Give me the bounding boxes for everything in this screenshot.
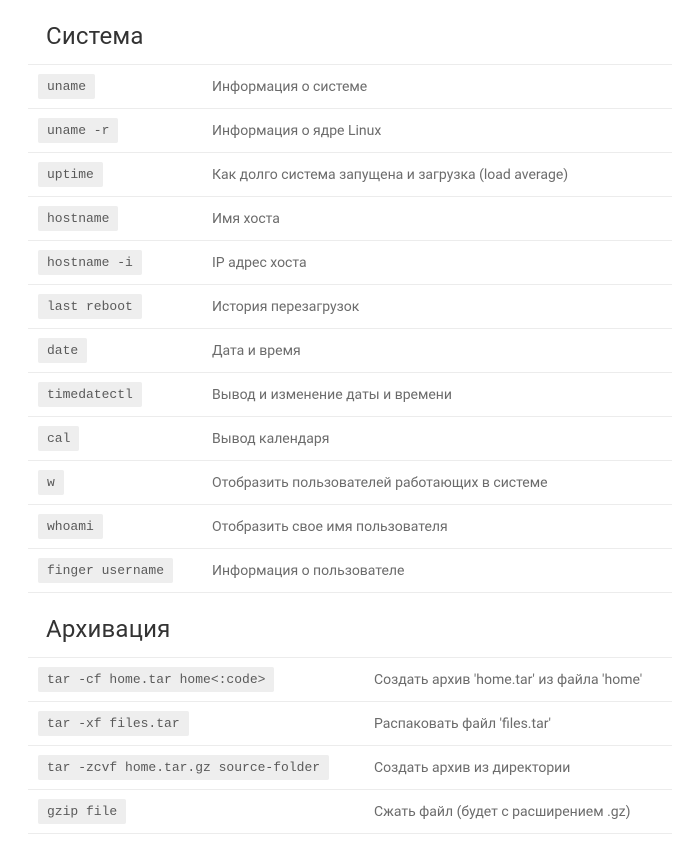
table-row: cal Вывод календаря	[28, 417, 672, 461]
table-row: tar -xf files.tar Распаковать файл 'file…	[28, 702, 672, 746]
table-row: hostname Имя хоста	[28, 197, 672, 241]
command-description: Вывод календаря	[212, 431, 329, 447]
table-row: w Отобразить пользователей работающих в …	[28, 461, 672, 505]
command-description: IP адрес хоста	[212, 255, 307, 271]
command-description: Как долго система запущена и загрузка (l…	[212, 167, 568, 183]
table-row: date Дата и время	[28, 329, 672, 373]
command-code: tar -cf home.tar home<:code>	[38, 667, 274, 692]
command-description: Распаковать файл 'files.tar'	[374, 716, 551, 732]
command-code: uptime	[38, 162, 103, 187]
command-code: tar -zcvf home.tar.gz source-folder	[38, 755, 329, 780]
command-code: tar -xf files.tar	[38, 711, 189, 736]
command-description: Дата и время	[212, 343, 301, 359]
table-row: finger username Информация о пользовател…	[28, 549, 672, 593]
command-code: cal	[38, 426, 79, 451]
command-code: whoami	[38, 514, 103, 539]
command-code: uname -r	[38, 118, 118, 143]
command-code: timedatectl	[38, 382, 142, 407]
command-description: Отобразить свое имя пользователя	[212, 519, 448, 535]
table-row: whoami Отобразить свое имя пользователя	[28, 505, 672, 549]
command-table-archiving: tar -cf home.tar home<:code> Создать арх…	[28, 657, 672, 834]
command-description: Вывод и изменение даты и времени	[212, 387, 452, 403]
table-row: uname Информация о системе	[28, 65, 672, 109]
table-row: hostname -i IP адрес хоста	[28, 241, 672, 285]
table-row: tar -zcvf home.tar.gz source-folder Созд…	[28, 746, 672, 790]
command-code: date	[38, 338, 87, 363]
table-row: uname -r Информация о ядре Linux	[28, 109, 672, 153]
section-heading-archiving: Архивация	[46, 615, 672, 643]
command-code: hostname -i	[38, 250, 142, 275]
section-heading-system: Система	[46, 22, 672, 50]
table-row: gzip file Сжать файл (будет с расширение…	[28, 790, 672, 834]
command-code: finger username	[38, 558, 173, 583]
command-description: История перезагрузок	[212, 299, 359, 315]
command-code: w	[38, 470, 64, 495]
command-description: Информация о системе	[212, 79, 367, 95]
table-row: tar -cf home.tar home<:code> Создать арх…	[28, 658, 672, 702]
command-description: Создать архив 'home.tar' из файла 'home'	[374, 672, 642, 688]
table-row: timedatectl Вывод и изменение даты и вре…	[28, 373, 672, 417]
command-code: uname	[38, 74, 95, 99]
command-code: last reboot	[38, 294, 142, 319]
command-description: Создать архив из директории	[374, 760, 570, 776]
page: Система uname Информация о системе uname…	[0, 22, 700, 864]
command-description: Имя хоста	[212, 211, 280, 227]
table-row: uptime Как долго система запущена и загр…	[28, 153, 672, 197]
table-row: last reboot История перезагрузок	[28, 285, 672, 329]
command-table-system: uname Информация о системе uname -r Инфо…	[28, 64, 672, 593]
command-code: hostname	[38, 206, 118, 231]
command-description: Сжать файл (будет с расширением .gz)	[374, 804, 630, 820]
command-description: Информация о ядре Linux	[212, 123, 381, 139]
command-description: Информация о пользователе	[212, 563, 404, 579]
command-description: Отобразить пользователей работающих в си…	[212, 475, 548, 491]
command-code: gzip file	[38, 799, 126, 824]
